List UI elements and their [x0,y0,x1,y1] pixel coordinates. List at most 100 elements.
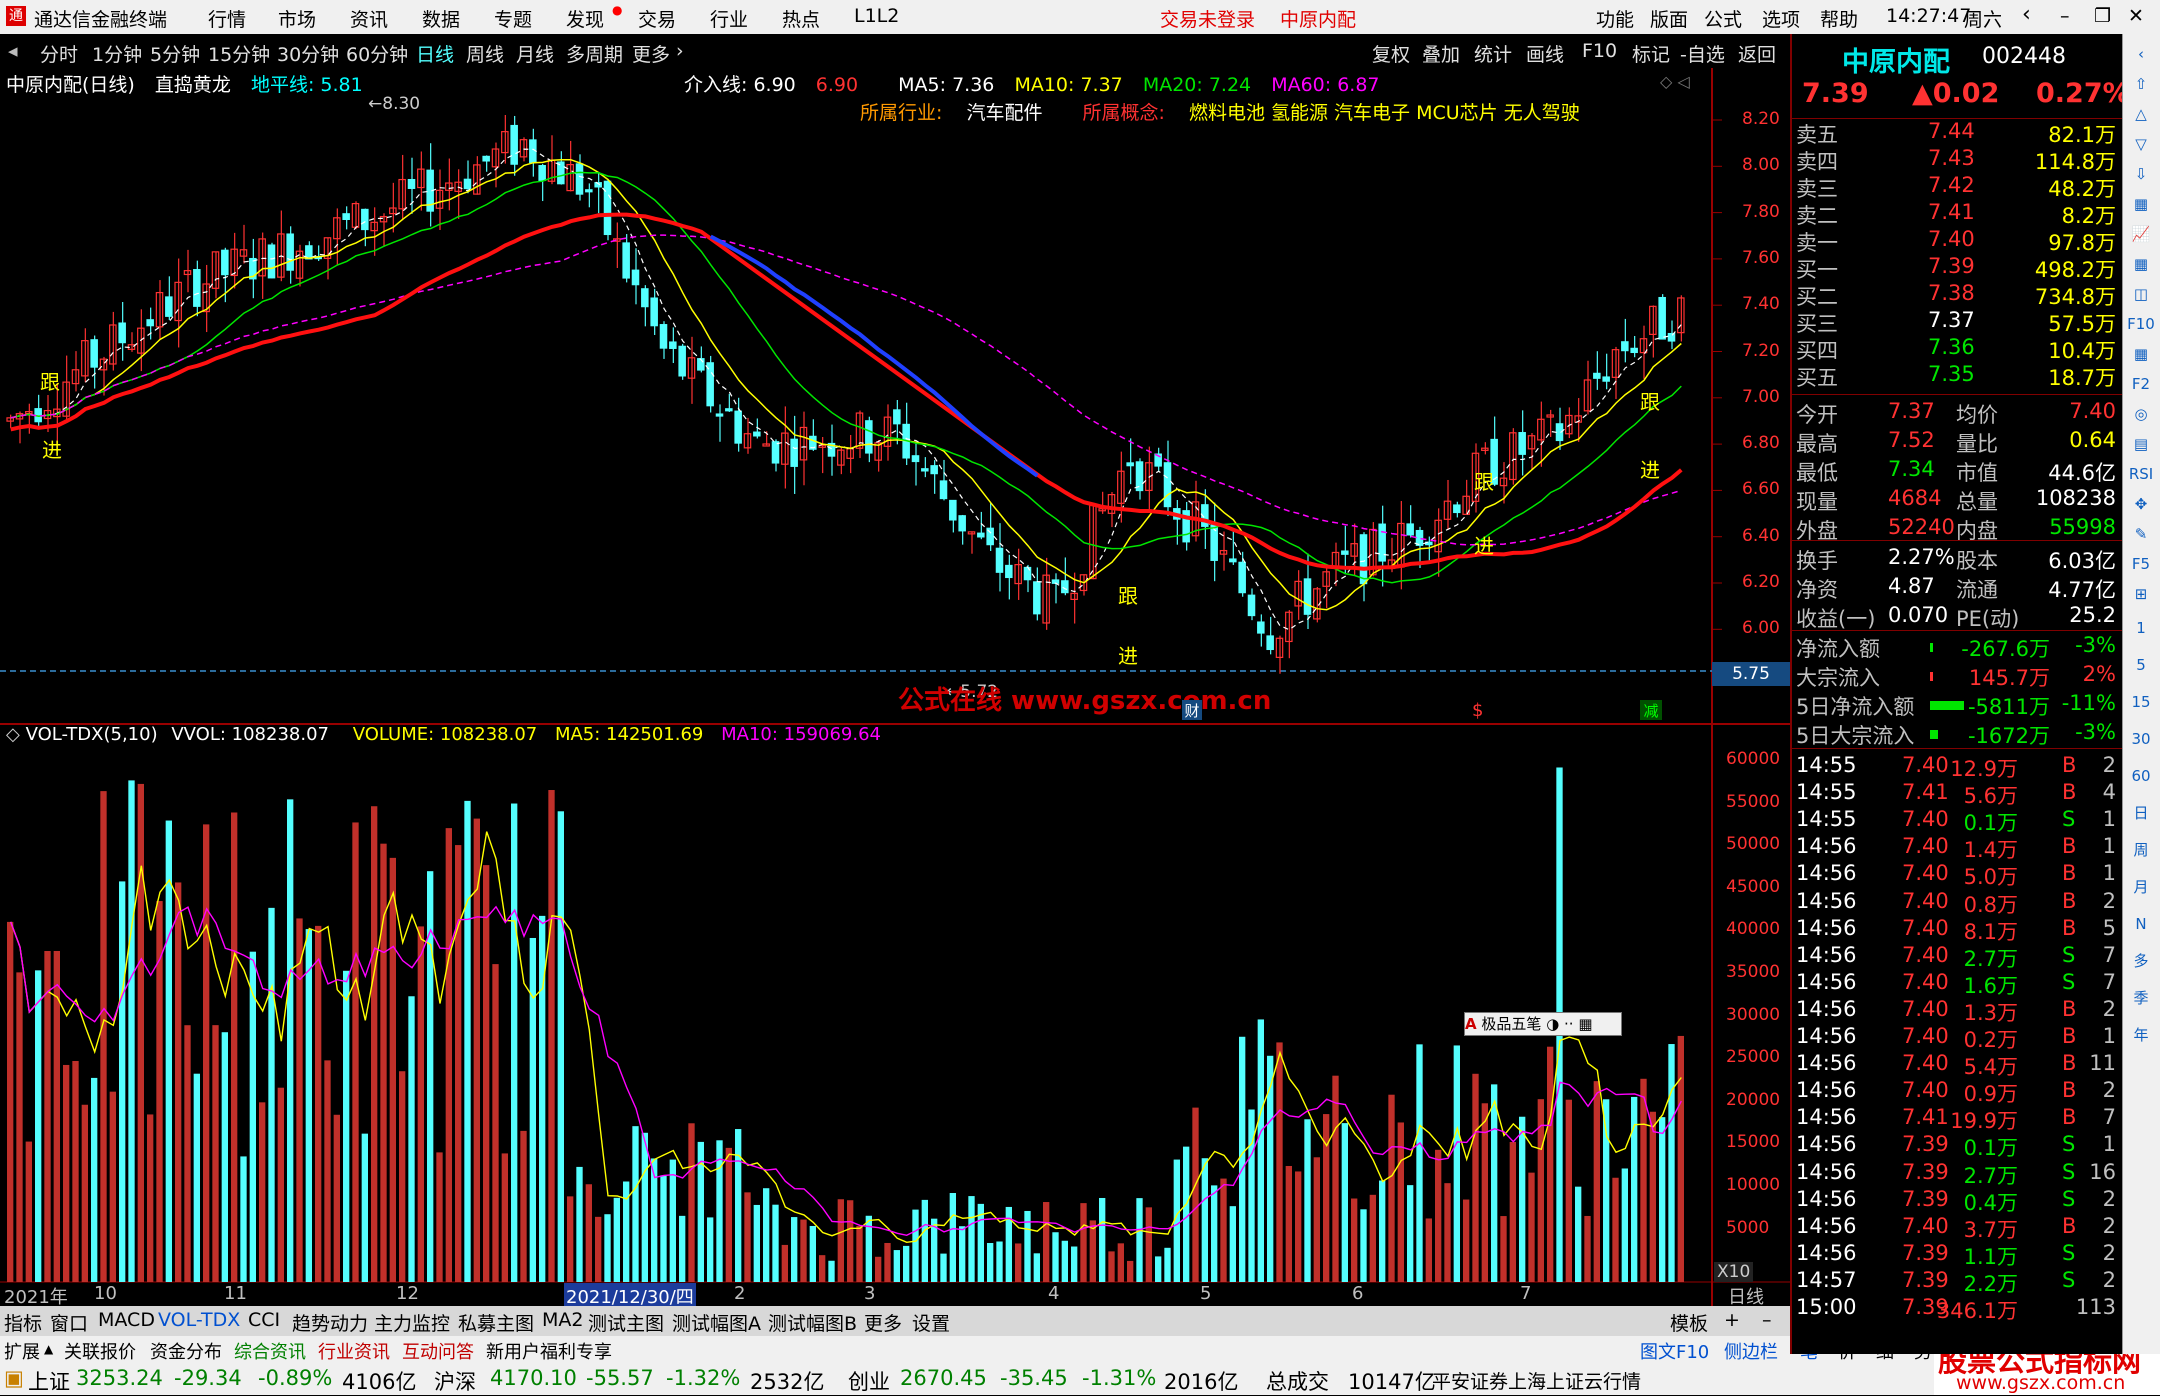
ask-row[interactable]: 卖五 7.44 82.1万 [1792,119,2122,147]
toolbar-btn[interactable]: 复权 [1372,40,1410,67]
period-tab[interactable]: 分时 [40,40,78,67]
bid-row[interactable]: 买五 7.35 18.7万 [1792,362,2122,390]
toolbar-btn[interactable]: 统计 [1474,40,1512,67]
bid-row[interactable]: 买一 7.39 498.2万 [1792,254,2122,282]
info-tab[interactable]: 扩展 [4,1338,40,1364]
indicator-tab[interactable]: 测试主图 [588,1309,664,1336]
toolbar-back-icon[interactable]: ◂ [8,40,18,62]
side-tool-icon[interactable]: F10 [2127,310,2155,338]
indicator-tab[interactable]: 设置 [912,1309,950,1336]
side-tool-icon[interactable]: ✥ [2127,490,2155,518]
period-tab[interactable]: 多周期 [566,40,623,67]
minimize-icon[interactable]: – [2060,5,2070,27]
side-tool-icon[interactable]: ▦ [2127,250,2155,278]
side-period-button[interactable]: 5 [2127,651,2155,679]
vol-indicator-name[interactable]: VOL-TDX(5,10) [26,724,158,745]
info-tab[interactable]: 行业资讯 [318,1338,390,1364]
back-icon[interactable]: ‹ [2022,2,2031,27]
ask-row[interactable]: 卖二 7.41 8.2万 [1792,200,2122,228]
ime-toolbar[interactable]: A 极品五笔 ◑ ·· ▦ [1464,1012,1622,1036]
menu-item-l1l2[interactable]: L1L2 [854,5,899,27]
toolbar-btn[interactable]: 返回 [1738,40,1776,67]
indicator-tab[interactable]: 窗口 [50,1309,88,1336]
ime-moon-icon[interactable]: ◑ ·· ▦ [1546,1015,1592,1033]
toolbar-btn[interactable]: 叠加 [1422,40,1460,67]
event-dividend-marker[interactable]: $ [1472,700,1483,721]
indicator-tab[interactable]: 测试幅图B [768,1309,857,1336]
indicator-tab[interactable]: 主力监控 [374,1309,450,1336]
menu-item-market[interactable]: 市场 [278,5,316,32]
toolbar-btn[interactable]: -自选 [1680,40,1725,67]
side-tool-icon[interactable]: ▦ [2127,340,2155,368]
side-tool-icon[interactable]: ◎ [2127,400,2155,428]
info-tab[interactable]: 资金分布 [150,1338,222,1364]
menu-item-news[interactable]: 资讯 [350,5,388,32]
indicator-tab[interactable]: 趋势动力 [292,1309,368,1336]
indicator-tab[interactable]: MACD [98,1309,155,1331]
side-period-button[interactable]: 日 [2127,799,2155,827]
side-period-button[interactable]: 60 [2127,762,2155,790]
info-tab[interactable]: 综合资讯 [234,1338,306,1364]
menu-item-trade[interactable]: 交易 [638,5,676,32]
expand-arrow-icon[interactable]: ▲ [44,1342,53,1356]
side-tool-icon[interactable]: F5 [2127,550,2155,578]
menu-help[interactable]: 帮助 [1820,5,1858,32]
indicator-name[interactable]: 直捣黄龙 [155,74,231,96]
cy-index-label[interactable]: 创业 [848,1366,890,1396]
side-period-button[interactable]: N [2127,910,2155,938]
side-tool-icon[interactable]: ◫ [2127,280,2155,308]
menu-item-discover[interactable]: 发现 [566,5,604,32]
bid-row[interactable]: 买四 7.36 10.4万 [1792,335,2122,363]
menu-item-data[interactable]: 数据 [422,5,460,32]
period-tab[interactable]: 60分钟 [346,40,408,67]
close-icon[interactable]: ✕ [2128,5,2144,27]
info-tab[interactable]: 新用户福利专享 [486,1338,612,1364]
side-tool-icon[interactable]: ⇧ [2127,70,2155,98]
toolbar-btn[interactable]: 标记 [1632,40,1670,67]
side-tool-icon[interactable]: ▦ [2127,190,2155,218]
side-tool-icon[interactable]: 📈 [2127,220,2155,248]
kline-chart[interactable] [0,68,1790,1306]
toolbar-btn[interactable]: 画线 [1526,40,1564,67]
period-tab[interactable]: 1分钟 [92,40,142,67]
indicator-tab[interactable]: 私募主图 [458,1309,534,1336]
side-period-button[interactable]: 年 [2127,1021,2155,1049]
side-period-button[interactable]: 周 [2127,836,2155,864]
menu-item-quote[interactable]: 行情 [208,5,246,32]
indicator-tab[interactable]: MA2 [542,1309,583,1331]
indicator-tab-active[interactable]: VOL-TDX [158,1309,240,1331]
ask-row[interactable]: 卖三 7.42 48.2万 [1792,173,2122,201]
sh-index-label[interactable]: 上证 [28,1366,70,1396]
template-button[interactable]: 模板 [1670,1309,1708,1336]
period-tab[interactable]: 月线 [516,40,554,67]
status-menu-icon[interactable]: ▣ [4,1366,24,1390]
side-tool-icon[interactable]: RSI [2127,460,2155,488]
side-period-button[interactable]: 季 [2127,984,2155,1012]
side-tool-icon[interactable]: ▤ [2127,430,2155,458]
indicator-tab[interactable]: CCI [248,1309,280,1331]
side-tool-icon[interactable]: ✎ [2127,520,2155,548]
side-tool-icon[interactable]: ⇩ [2127,160,2155,188]
period-tab-more[interactable]: 更多 [632,40,670,67]
f10-tab[interactable]: 图文F10 [1640,1338,1709,1364]
side-period-button[interactable]: 多 [2127,947,2155,975]
login-status[interactable]: 交易未登录 [1160,5,1255,32]
server-name[interactable]: 平安证券上海上证云行情 [1432,1367,1641,1394]
period-tab-active[interactable]: 日线 [416,40,454,67]
indicator-tab[interactable]: 指标 [4,1309,42,1336]
menu-item-industry[interactable]: 行业 [710,5,748,32]
menu-item-topic[interactable]: 专题 [494,5,532,32]
menu-item-hot[interactable]: 热点 [782,5,820,32]
restore-icon[interactable]: ❐ [2094,5,2111,27]
zoom-out-icon[interactable]: – [1762,1309,1772,1331]
zoom-in-icon[interactable]: + [1724,1309,1740,1331]
indicator-tab[interactable]: 更多 [864,1309,902,1336]
ask-row[interactable]: 卖一 7.40 97.8万 [1792,227,2122,255]
menu-options[interactable]: 选项 [1762,5,1800,32]
sidebar-tab[interactable]: 侧边栏 [1724,1338,1778,1364]
side-period-button[interactable]: 30 [2127,725,2155,753]
tick-list[interactable]: 14:55 7.40 12.9万 B 2 14:55 7.41 5.6万 B 4 14:55 7.40… [1792,748,2122,1353]
side-tool-icon[interactable]: ‹ [2127,40,2155,68]
side-period-button[interactable]: 1 [2127,614,2155,642]
menu-function[interactable]: 功能 [1596,5,1634,32]
